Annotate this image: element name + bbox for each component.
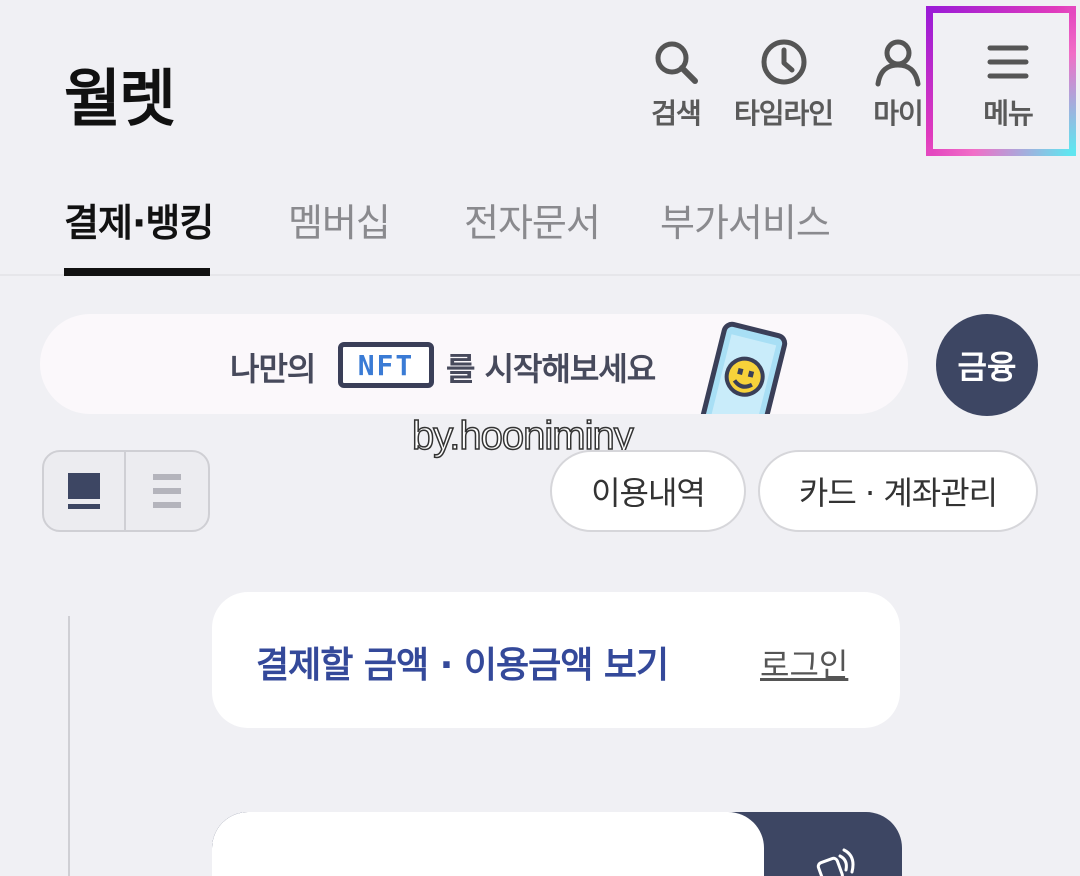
card-preview-body bbox=[212, 812, 764, 876]
list-view-button[interactable] bbox=[126, 452, 208, 530]
phone-smiley-icon bbox=[700, 321, 788, 414]
finance-button[interactable]: 금융 bbox=[936, 314, 1038, 416]
my-button[interactable]: 마이 bbox=[872, 36, 924, 136]
contactless-pay-icon bbox=[816, 848, 855, 876]
my-label: 마이 bbox=[873, 97, 924, 130]
app-header: 월렛 검색 타임라인 마이 메뉴 bbox=[0, 0, 1080, 160]
history-button[interactable]: 이용내역 bbox=[550, 450, 746, 532]
timeline-button[interactable]: 타임라인 bbox=[734, 36, 834, 136]
list-view-icon bbox=[153, 474, 181, 508]
view-toggle bbox=[42, 450, 210, 532]
nft-banner[interactable]: 나만의 NFT 를 시작해보세요 bbox=[40, 314, 908, 414]
search-label: 검색 bbox=[651, 97, 702, 130]
tab-bar: 결제·뱅킹 멤버십 전자문서 부가서비스 bbox=[0, 160, 1080, 276]
login-link[interactable]: 로그인 bbox=[760, 640, 848, 686]
tab-e-documents[interactable]: 전자문서 bbox=[464, 192, 601, 247]
timeline-label: 타임라인 bbox=[734, 97, 834, 130]
card-view-icon bbox=[68, 473, 100, 509]
card-account-manage-button[interactable]: 카드 · 계좌관리 bbox=[758, 450, 1038, 532]
banner-text-after: 를 시작해보세요 bbox=[446, 350, 656, 388]
timeline-line bbox=[68, 616, 70, 876]
card-view-button[interactable] bbox=[44, 452, 126, 530]
payment-summary-card[interactable]: 결제할 금액 · 이용금액 보기 로그인 bbox=[212, 592, 900, 728]
active-tab-indicator bbox=[64, 268, 210, 276]
tab-membership[interactable]: 멤버십 bbox=[288, 192, 391, 247]
search-icon bbox=[655, 41, 698, 84]
banner-text-before: 나만의 bbox=[230, 350, 316, 388]
payment-card-preview[interactable] bbox=[212, 812, 902, 876]
tab-extra-services[interactable]: 부가서비스 bbox=[660, 192, 831, 247]
search-button[interactable]: 검색 bbox=[650, 36, 702, 136]
tab-payment-banking[interactable]: 결제·뱅킹 bbox=[64, 192, 214, 247]
clock-icon bbox=[761, 39, 807, 85]
menu-highlight-frame bbox=[926, 6, 1076, 156]
person-icon bbox=[875, 39, 921, 87]
nft-badge: NFT bbox=[338, 342, 434, 388]
page-title: 월렛 bbox=[64, 62, 176, 135]
payment-card-title: 결제할 금액 · 이용금액 보기 bbox=[256, 645, 669, 686]
